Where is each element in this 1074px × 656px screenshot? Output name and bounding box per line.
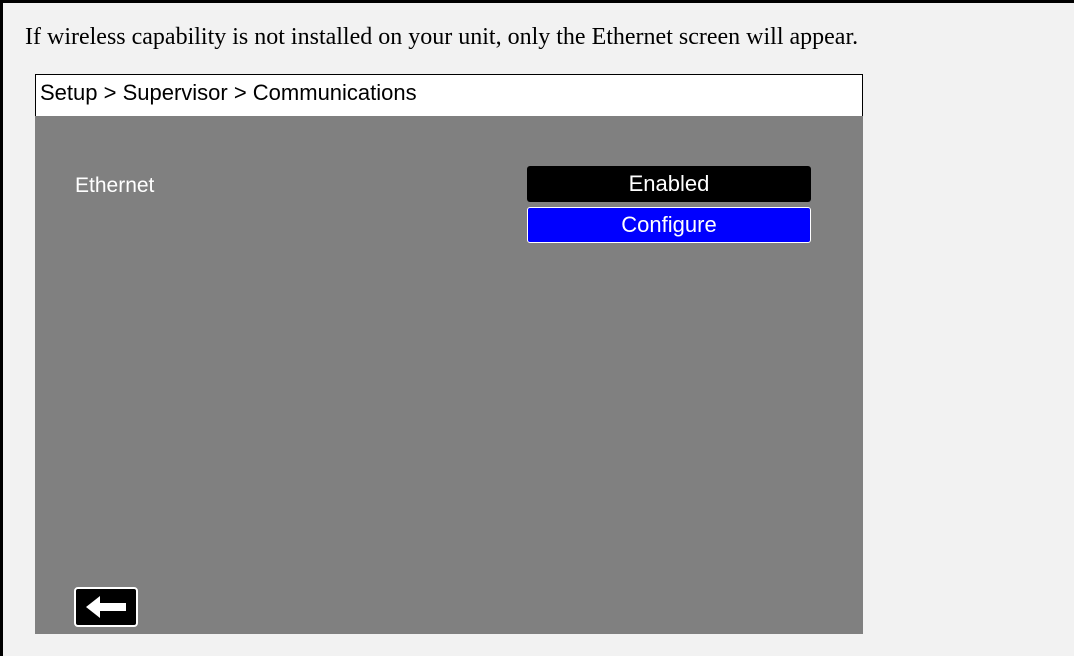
configure-button[interactable]: Configure: [527, 207, 811, 243]
ethernet-label: Ethernet: [75, 174, 155, 197]
document-frame: If wireless capability is not installed …: [0, 0, 1074, 656]
screen-title-bar: Setup > Supervisor > Communications: [35, 74, 863, 116]
back-button[interactable]: [74, 587, 138, 627]
left-arrow-icon: [86, 596, 126, 618]
caption-text: If wireless capability is not installed …: [25, 24, 859, 50]
ethernet-enabled-button[interactable]: Enabled: [527, 166, 811, 202]
device-screen: Setup > Supervisor > Communications Ethe…: [35, 74, 863, 634]
breadcrumb: Setup > Supervisor > Communications: [40, 80, 417, 105]
